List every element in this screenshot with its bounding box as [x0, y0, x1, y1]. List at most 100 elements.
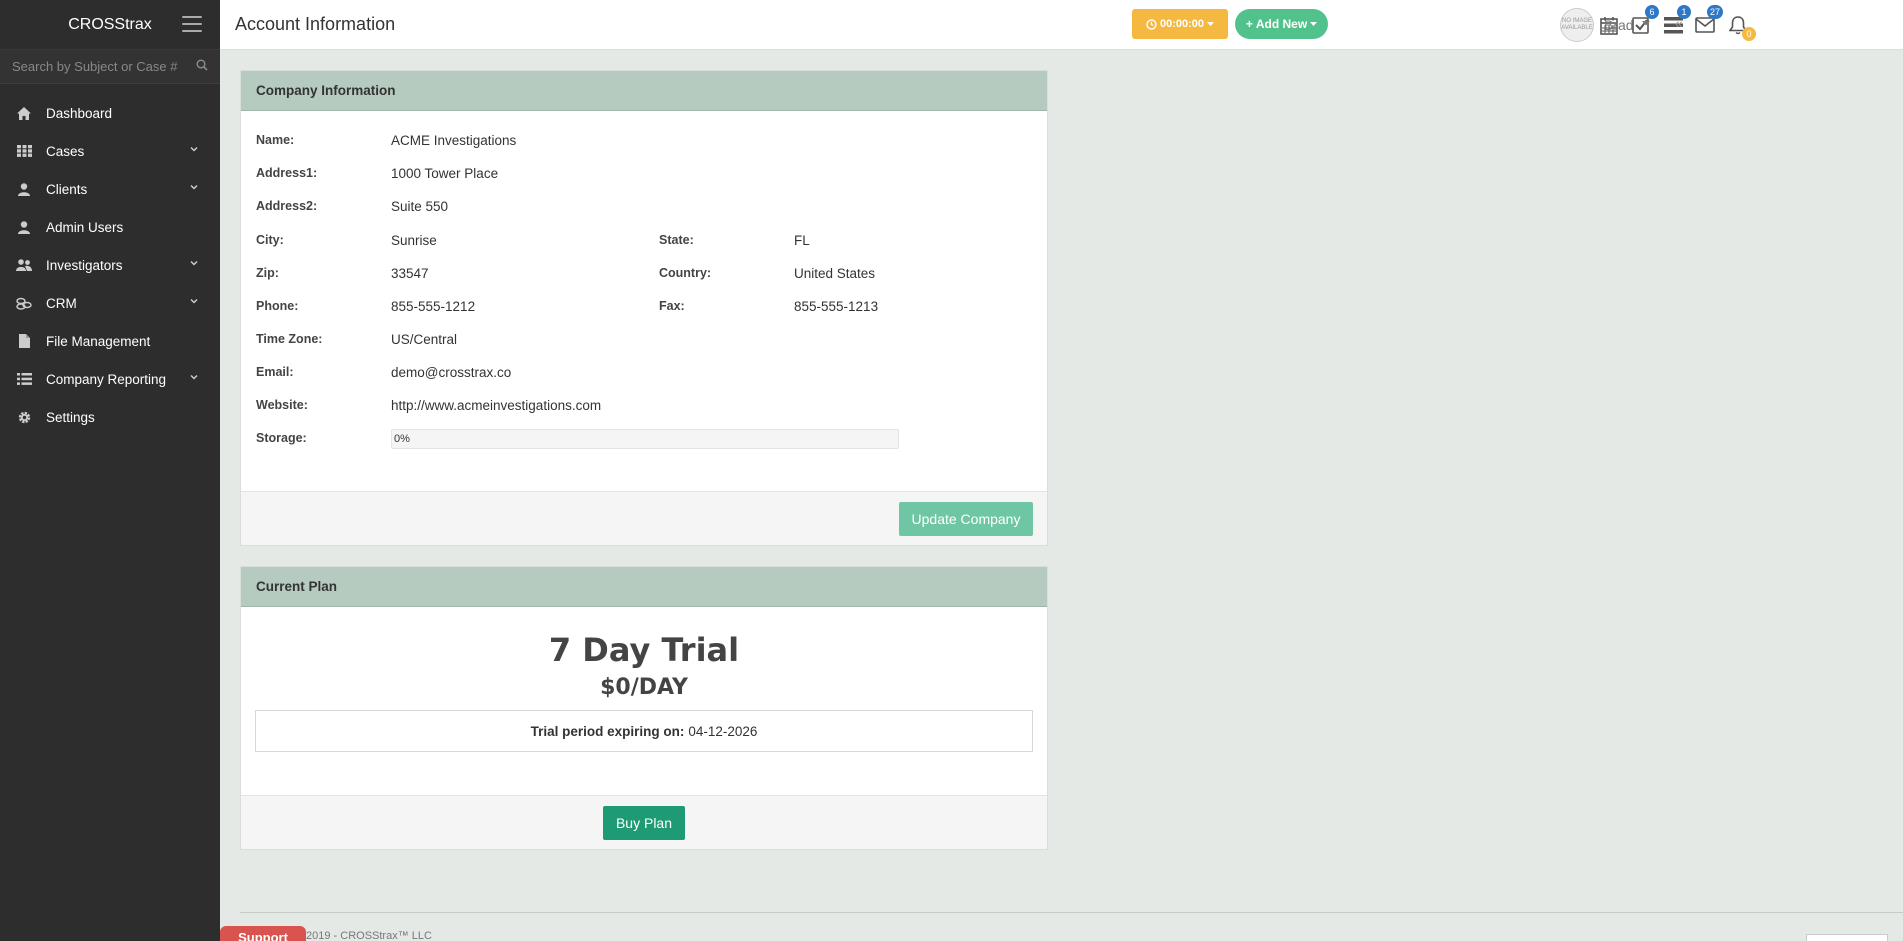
name-label: Name:	[256, 133, 295, 147]
bell-icon[interactable]: 0	[1726, 13, 1756, 41]
caret-down-icon[interactable]	[1642, 21, 1650, 26]
sidebar-item-clients[interactable]: Clients	[0, 170, 220, 208]
timer-value: 00:00:00	[1159, 18, 1205, 30]
add-new-label: Add New	[1255, 17, 1308, 31]
timezone-label: Time Zone:	[256, 332, 323, 346]
storage-label: Storage:	[256, 431, 307, 445]
sidebar-item-admin-users[interactable]: Admin Users	[0, 208, 220, 246]
sidebar-item-label: Clients	[46, 181, 88, 197]
sidebar-item-settings[interactable]: Settings	[0, 398, 220, 436]
chevron-down-icon	[190, 374, 198, 380]
storage-percent: 0%	[394, 433, 410, 445]
brand: CROSStrax	[0, 0, 220, 50]
home-icon	[16, 105, 32, 121]
copyright-text: 2019 - CROSStrax™ LLC	[306, 930, 432, 941]
country-value: United States	[794, 266, 876, 281]
buy-plan-button[interactable]: Buy Plan	[603, 806, 685, 840]
website-value: http://www.acmeinvestigations.com	[391, 398, 602, 413]
grid-icon	[16, 143, 32, 159]
sidebar-item-label: Admin Users	[46, 219, 124, 235]
notifications-badge: 0	[1742, 27, 1756, 41]
chevron-down-icon	[190, 146, 198, 152]
sidebar-item-label: File Management	[46, 333, 151, 349]
sidebar: CROSStrax Dashboard Cases Clients Admin …	[0, 0, 220, 941]
address1-value: 1000 Tower Place	[391, 166, 499, 181]
menu-toggle-icon[interactable]	[182, 16, 202, 32]
sidebar-item-dashboard[interactable]: Dashboard	[0, 94, 220, 132]
chevron-down-icon	[190, 260, 198, 266]
current-plan-body: 7 Day Trial $0/DAY Trial period expiring…	[241, 607, 1047, 795]
timezone-value: US/Central	[391, 332, 458, 347]
avatar[interactable]: NO IMAGE AVAILABLE	[1560, 8, 1594, 42]
company-panel-footer: Update Company	[241, 491, 1047, 545]
collapse-panel-icon[interactable]: «	[1675, 15, 1683, 31]
page-title: Account Information	[235, 14, 396, 34]
sidebar-item-cases[interactable]: Cases	[0, 132, 220, 170]
update-company-button[interactable]: Update Company	[899, 502, 1033, 536]
sidebar-item-label: Company Reporting	[46, 371, 167, 387]
chevron-down-icon	[190, 184, 198, 190]
phone-value: 855-555-1212	[391, 299, 476, 314]
email-value: demo@crosstrax.co	[391, 365, 512, 380]
user-icon	[16, 219, 32, 235]
caret-down-icon	[1207, 21, 1215, 26]
sidebar-item-investigators[interactable]: Investigators	[0, 246, 220, 284]
gear-icon	[16, 409, 32, 425]
sidebar-item-crm[interactable]: CRM	[0, 284, 220, 322]
plan-panel-footer: Buy Plan	[241, 795, 1047, 849]
timer-button[interactable]: 00:00:00	[1132, 9, 1228, 39]
search-input[interactable]	[12, 59, 196, 74]
trial-expiry-box: Trial period expiring on: 04-12-2026	[255, 710, 1033, 752]
tasks-badge: 6	[1645, 5, 1659, 19]
clock-icon	[1146, 18, 1157, 30]
sidebar-item-file-management[interactable]: File Management	[0, 322, 220, 360]
users-icon	[16, 257, 32, 273]
footer-widget	[1806, 934, 1888, 941]
mail-icon[interactable]: 27	[1693, 5, 1723, 37]
city-label: City:	[256, 233, 284, 247]
file-icon	[16, 333, 32, 349]
trial-expiry-date: 04-12-2026	[688, 723, 758, 739]
add-new-button[interactable]: + Add New	[1235, 9, 1328, 39]
address2-label: Address2:	[256, 199, 318, 213]
phone-label: Phone:	[256, 299, 299, 313]
search-icon[interactable]	[196, 59, 208, 74]
plan-price: $0/DAY	[600, 675, 688, 700]
zip-label: Zip:	[256, 266, 279, 280]
fax-value: 855-555-1213	[794, 299, 879, 314]
user-icon	[16, 181, 32, 197]
company-info-body: Name: ACME Investigations Address1: 1000…	[241, 111, 1047, 491]
coins-icon	[16, 295, 32, 311]
state-label: State:	[659, 233, 694, 247]
caret-down-icon	[1310, 21, 1318, 26]
list-icon	[16, 371, 32, 387]
avatar-placeholder-text: NO IMAGE AVAILABLE	[1561, 18, 1593, 31]
support-button[interactable]: Support	[220, 926, 306, 941]
email-label: Email:	[256, 365, 294, 379]
brand-logo[interactable]: CROSStrax	[68, 16, 152, 34]
sidebar-item-label: Dashboard	[46, 105, 113, 121]
company-info-panel: Company Information Name: ACME Investiga…	[240, 70, 1048, 546]
city-value: Sunrise	[391, 233, 437, 248]
state-value: FL	[794, 233, 810, 248]
sidebar-item-company-reporting[interactable]: Company Reporting	[0, 360, 220, 398]
zip-value: 33547	[391, 266, 429, 281]
footer-divider	[240, 912, 1903, 913]
trial-expiry-label: Trial period expiring on:	[530, 723, 685, 739]
fax-label: Fax:	[659, 299, 685, 313]
mail-badge: 27	[1706, 5, 1723, 19]
sidebar-item-label: CRM	[46, 295, 77, 311]
user-name[interactable]: Brad	[1604, 17, 1634, 33]
plus-icon: +	[1245, 17, 1253, 31]
name-value: ACME Investigations	[391, 133, 517, 148]
chevron-down-icon	[190, 298, 198, 304]
sidebar-item-label: Cases	[46, 143, 85, 159]
website-label: Website:	[256, 398, 308, 412]
address2-value: Suite 550	[391, 199, 449, 214]
storage-progress-bar: 0%	[391, 429, 899, 449]
sidebar-item-label: Investigators	[46, 257, 123, 273]
sidebar-nav: Dashboard Cases Clients Admin Users Inve…	[0, 84, 220, 436]
panel-heading: Current Plan	[241, 567, 1047, 607]
current-plan-panel: Current Plan 7 Day Trial $0/DAY Trial pe…	[240, 566, 1048, 850]
sidebar-item-label: Settings	[46, 409, 95, 425]
